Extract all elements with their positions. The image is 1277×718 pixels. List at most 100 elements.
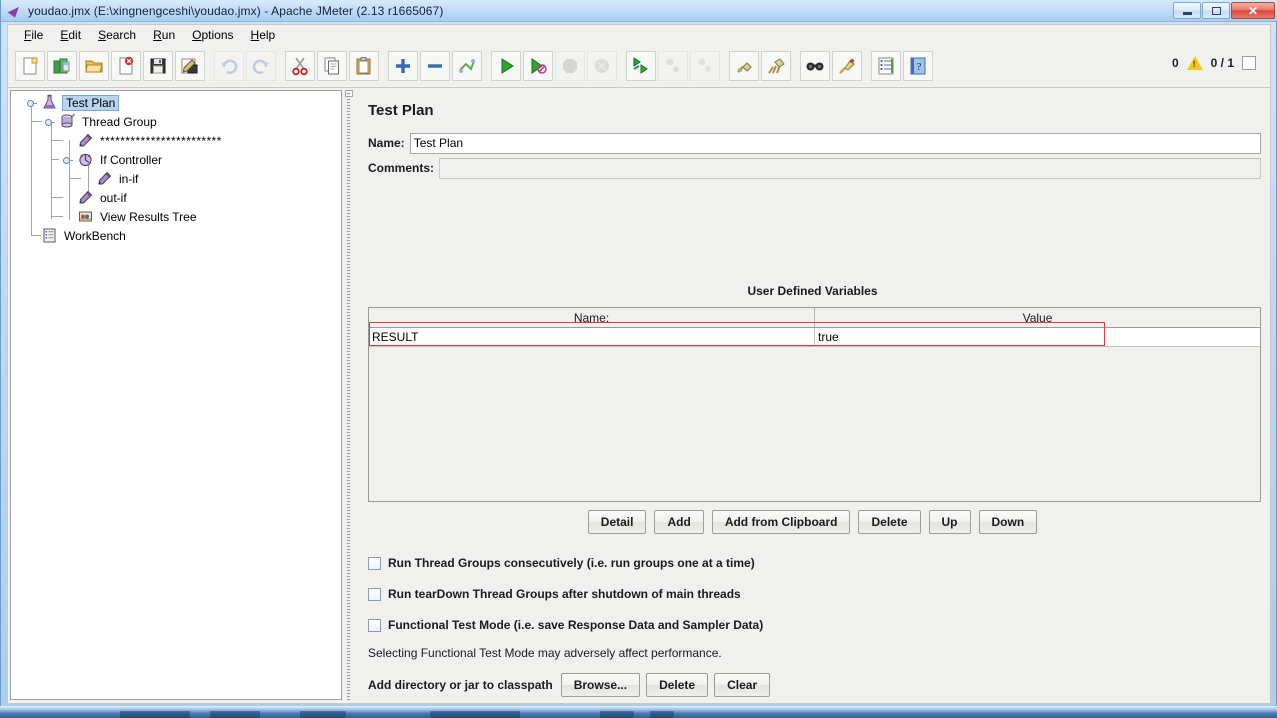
checkbox-box[interactable] xyxy=(368,588,381,601)
help-icon[interactable]: ? xyxy=(903,51,933,81)
stop-icon xyxy=(555,51,585,81)
thread-counter: 0 / 1 xyxy=(1211,56,1234,70)
start-icon[interactable] xyxy=(491,51,521,81)
menu-help[interactable]: Help xyxy=(243,26,285,44)
checkbox-label: Run Thread Groups consecutively (i.e. ru… xyxy=(388,556,755,570)
tree-node-thread-group[interactable]: Thread Group xyxy=(11,112,159,131)
delete-button[interactable]: Delete xyxy=(858,510,920,534)
minimize-button[interactable] xyxy=(1173,2,1201,19)
counter-indicator-box xyxy=(1242,56,1256,70)
os-taskbar xyxy=(0,706,1277,718)
table-header-row: Name: Value xyxy=(369,308,1260,328)
tree-node-workbench[interactable]: WorkBench xyxy=(11,226,128,245)
cell-variable-value[interactable]: true xyxy=(815,328,1260,347)
collapse-all-icon[interactable] xyxy=(420,51,450,81)
page-title: Test Plan xyxy=(368,102,434,119)
menu-run[interactable]: Run xyxy=(145,26,184,44)
toggle-icon[interactable] xyxy=(452,51,482,81)
paste-icon[interactable] xyxy=(349,51,379,81)
new-test-plan-icon[interactable] xyxy=(15,51,45,81)
down-button[interactable]: Down xyxy=(979,510,1038,534)
splitter-grip xyxy=(347,90,350,700)
redo-icon xyxy=(246,51,276,81)
column-header-value[interactable]: Value xyxy=(815,308,1260,327)
tree-expand-handle[interactable] xyxy=(45,118,54,127)
variable-action-buttons: Detail Add Add from Clipboard Delete Up … xyxy=(356,510,1269,534)
remote-shutdown-all-icon xyxy=(690,51,720,81)
function-helper-icon[interactable] xyxy=(871,51,901,81)
search-icon[interactable] xyxy=(800,51,830,81)
cell-variable-name[interactable]: RESULT xyxy=(369,328,815,347)
title-bar: youdao.jmx (E:\xingnengceshi\youdao.jmx)… xyxy=(1,0,1277,22)
add-from-clipboard-button[interactable]: Add from Clipboard xyxy=(712,510,851,534)
workbench-icon xyxy=(41,227,58,244)
tree-node-if-controller[interactable]: If Controller xyxy=(11,150,164,169)
tree-node-view-results-tree[interactable]: View Results Tree xyxy=(11,207,199,226)
copy-icon[interactable] xyxy=(317,51,347,81)
sampler-icon xyxy=(96,170,113,187)
close-button[interactable]: ✕ xyxy=(1231,2,1275,19)
browse-button[interactable]: Browse... xyxy=(561,673,640,697)
tree-node-label: WorkBench xyxy=(62,229,128,243)
tree-node-label: out-if xyxy=(98,191,129,205)
save-as-icon[interactable] xyxy=(175,51,205,81)
checkbox-run-teardown-thread-groups[interactable]: Run tearDown Thread Groups after shutdow… xyxy=(368,587,741,601)
window-title: youdao.jmx (E:\xingnengceshi\youdao.jmx)… xyxy=(28,4,443,18)
up-button[interactable]: Up xyxy=(929,510,971,534)
menu-file[interactable]: File xyxy=(16,26,52,44)
open-icon[interactable] xyxy=(79,51,109,81)
checkbox-label: Run tearDown Thread Groups after shutdow… xyxy=(388,587,741,601)
panel-splitter[interactable] xyxy=(344,90,354,700)
expand-all-icon[interactable] xyxy=(388,51,418,81)
warning-triangle-icon[interactable] xyxy=(1187,56,1203,70)
tree-expand-handle[interactable] xyxy=(63,156,72,165)
add-button[interactable]: Add xyxy=(654,510,703,534)
undo-icon xyxy=(214,51,244,81)
checkbox-box[interactable] xyxy=(368,619,381,632)
clear-icon[interactable] xyxy=(729,51,759,81)
classpath-delete-button[interactable]: Delete xyxy=(646,673,708,697)
comments-input[interactable] xyxy=(439,158,1261,179)
tree-node-in-if[interactable]: in-if xyxy=(11,169,140,188)
tree-node-sampler-masked[interactable]: ************************ xyxy=(11,131,224,150)
table-body: RESULT true xyxy=(369,328,1260,501)
tree-node-out-if[interactable]: out-if xyxy=(11,188,129,207)
menu-bar: File Edit Search Run Options Help xyxy=(7,24,1271,44)
search-reset-icon[interactable] xyxy=(832,51,862,81)
if-controller-icon xyxy=(77,151,94,168)
jmeter-pen-icon xyxy=(8,3,24,19)
name-field-row: Name: xyxy=(368,132,1261,154)
menu-options[interactable]: Options xyxy=(184,26,242,44)
remote-start-all-icon[interactable] xyxy=(626,51,656,81)
checkbox-box[interactable] xyxy=(368,557,381,570)
tree-expand-handle[interactable] xyxy=(27,99,36,108)
test-plan-tree[interactable]: Test Plan Thread Group xyxy=(10,90,342,700)
menu-search[interactable]: Search xyxy=(90,26,145,44)
column-header-name[interactable]: Name: xyxy=(369,308,815,327)
close-icon[interactable] xyxy=(111,51,141,81)
menu-edit[interactable]: Edit xyxy=(52,26,90,44)
save-icon[interactable] xyxy=(143,51,173,81)
clear-all-icon[interactable] xyxy=(761,51,791,81)
run-status-counters: 0 0 / 1 xyxy=(1172,56,1256,70)
maximize-restore-button[interactable] xyxy=(1202,2,1230,19)
tree-node-test-plan[interactable]: Test Plan xyxy=(11,93,119,112)
checkbox-functional-test-mode[interactable]: Functional Test Mode (i.e. save Response… xyxy=(368,618,763,632)
tree-node-label: in-if xyxy=(117,172,140,186)
checkbox-run-thread-groups-consecutively[interactable]: Run Thread Groups consecutively (i.e. ru… xyxy=(368,556,755,570)
jmeter-main-window: youdao.jmx (E:\xingnengceshi\youdao.jmx)… xyxy=(0,0,1277,712)
templates-icon[interactable] xyxy=(47,51,77,81)
tree-node-label: View Results Tree xyxy=(98,210,199,224)
window-controls: ✕ xyxy=(1173,2,1275,19)
table-row[interactable]: RESULT true xyxy=(369,328,1260,347)
classpath-clear-button[interactable]: Clear xyxy=(714,673,770,697)
detail-button[interactable]: Detail xyxy=(588,510,647,534)
view-results-tree-icon xyxy=(77,208,94,225)
name-input[interactable] xyxy=(410,133,1261,154)
content-area: Test Plan Thread Group xyxy=(7,88,1271,704)
svg-text:?: ? xyxy=(917,61,922,73)
comments-field-row: Comments: xyxy=(368,157,1261,179)
user-defined-variables-table[interactable]: Name: Value RESULT true xyxy=(368,307,1261,502)
cut-icon[interactable] xyxy=(285,51,315,81)
start-no-pauses-icon[interactable] xyxy=(523,51,553,81)
